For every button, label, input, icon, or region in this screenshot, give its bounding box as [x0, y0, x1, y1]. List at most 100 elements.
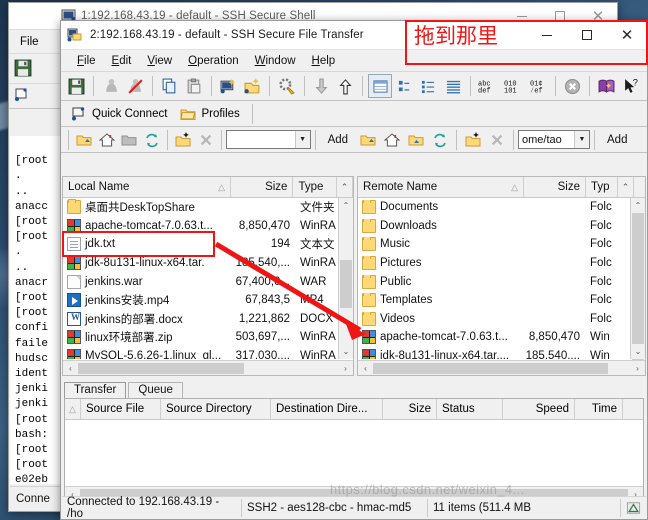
- tab-queue[interactable]: Queue: [128, 382, 183, 398]
- table-row[interactable]: jenkins.war 67,400,0... WAR: [63, 272, 353, 291]
- table-row[interactable]: linux环境部署.zip 503,697,... WinRA: [63, 328, 353, 347]
- transfer-col-status[interactable]: Status: [437, 399, 503, 419]
- scroll-up-icon[interactable]: ⌃: [339, 198, 353, 213]
- scroll-down-icon[interactable]: ⌄: [339, 344, 353, 359]
- table-row[interactable]: jdk-8u131-linux-x64.tar. 185,540,... WinRA: [63, 254, 353, 273]
- paste-icon[interactable]: [182, 74, 205, 98]
- transfer-close-button[interactable]: ✕: [607, 21, 647, 49]
- local-col-type[interactable]: Type: [293, 177, 338, 197]
- local-refresh-icon[interactable]: [140, 128, 163, 152]
- local-delete-icon[interactable]: [194, 128, 217, 152]
- auto-transfer-icon[interactable]: 01¢ ⁄ef: [529, 74, 550, 98]
- shell-save-icon[interactable]: [14, 59, 36, 79]
- transfer-col-size[interactable]: Size: [383, 399, 437, 419]
- upload-arrow-icon[interactable]: [334, 74, 357, 98]
- details-icon[interactable]: [442, 74, 465, 98]
- chevron-down-icon[interactable]: ▼: [294, 131, 310, 148]
- menu-operation[interactable]: Operation: [180, 54, 247, 68]
- remote-file-pane[interactable]: Remote Name △ Size Typ ⌃ Documents Folc D…: [357, 176, 646, 376]
- remote-vertical-scrollbar[interactable]: ⌃ ⌄: [630, 198, 645, 363]
- table-row[interactable]: Templates Folc: [358, 291, 645, 310]
- menu-file[interactable]: File: [69, 54, 104, 68]
- remote-col-size[interactable]: Size: [524, 177, 586, 197]
- table-row[interactable]: Videos Folc: [358, 310, 645, 329]
- disconnect-slash-icon[interactable]: [124, 74, 147, 98]
- local-hscroll-thumb[interactable]: [78, 362, 244, 374]
- chevron-down-icon[interactable]: ▼: [574, 131, 589, 148]
- transfer-minimize-button[interactable]: [527, 21, 567, 49]
- table-row[interactable]: jenkins的部署.docx 1,221,862 DOCX: [63, 310, 353, 329]
- local-new-folder-icon[interactable]: [172, 128, 195, 152]
- transfer-col-source-dir[interactable]: Source Directory: [161, 399, 271, 419]
- ascii-transfer-icon[interactable]: abc def: [476, 74, 501, 98]
- local-folder-disabled-icon[interactable]: [118, 128, 141, 152]
- scroll-left-icon[interactable]: ‹: [358, 364, 373, 373]
- remote-home-icon[interactable]: [380, 128, 404, 152]
- transfer-toolbar[interactable]: abc def 010 101 01¢ ⁄ef ?: [61, 71, 647, 101]
- remote-new-folder-icon[interactable]: [461, 128, 485, 152]
- profiles-button[interactable]: Profiles: [176, 104, 248, 124]
- remote-col-name[interactable]: Remote Name △: [358, 177, 524, 197]
- download-arrow-icon[interactable]: [310, 74, 333, 98]
- menu-window[interactable]: Window: [247, 54, 304, 68]
- tab-transfer[interactable]: Transfer: [64, 382, 127, 398]
- transfer-tabstrip[interactable]: Transfer Queue: [64, 379, 644, 398]
- table-row[interactable]: Documents Folc: [358, 198, 645, 217]
- menu-edit[interactable]: Edit: [104, 54, 140, 68]
- scroll-left-icon[interactable]: ‹: [63, 364, 78, 373]
- local-col-name[interactable]: Local Name △: [63, 177, 232, 197]
- remote-scroll-thumb[interactable]: [632, 213, 644, 363]
- local-column-headers[interactable]: Local Name △ Size Type ⌃: [63, 177, 353, 198]
- remote-hscroll-thumb[interactable]: [373, 362, 608, 374]
- remote-horizontal-scrollbar[interactable]: ‹ ›: [358, 360, 645, 375]
- navigation-bar[interactable]: ▼ Add ome/tao ▼ Add: [61, 127, 647, 153]
- settings-icon[interactable]: [275, 74, 298, 98]
- transfer-titlebar[interactable]: 2:192.168.43.19 - default - SSH Secure F…: [61, 21, 647, 49]
- local-scroll-thumb[interactable]: [340, 260, 352, 308]
- local-navigation[interactable]: ▼ Add: [64, 128, 356, 152]
- ssh-secure-file-transfer-window[interactable]: 2:192.168.43.19 - default - SSH Secure F…: [60, 20, 648, 520]
- new-terminal-icon[interactable]: [217, 74, 240, 98]
- menu-view[interactable]: View: [139, 54, 180, 68]
- local-file-pane[interactable]: Local Name △ Size Type ⌃ 桌面共DeskTopShare…: [62, 176, 354, 376]
- remote-add-button[interactable]: Add: [599, 132, 635, 148]
- scroll-up-icon[interactable]: ⌃: [631, 198, 645, 213]
- table-row[interactable]: MySQL-5.6.26-1.linux_gl... 317,030,... Win…: [63, 347, 353, 359]
- table-row[interactable]: apache-tomcat-7.0.63.t... 8,850,470 WinRA: [63, 217, 353, 236]
- disconnect-icon[interactable]: [99, 74, 122, 98]
- transfer-col-source-file[interactable]: Source File: [81, 399, 161, 419]
- copy-icon[interactable]: [158, 74, 181, 98]
- remote-column-headers[interactable]: Remote Name △ Size Typ ⌃: [358, 177, 645, 198]
- table-row[interactable]: jdk-8u131-linux-x64.tar.... 185,540,... Wi…: [358, 347, 645, 359]
- shell-menu-file[interactable]: File: [13, 34, 46, 50]
- transfer-maximize-button[interactable]: [567, 21, 607, 49]
- scroll-right-icon[interactable]: ›: [630, 364, 645, 373]
- local-file-list[interactable]: 桌面共DeskTopShare 文件夹 apache-tomcat-7.0.63.…: [63, 198, 353, 359]
- table-row[interactable]: jdk.txt 194 文本文: [63, 235, 353, 254]
- menu-help[interactable]: Help: [304, 54, 344, 68]
- remote-up-one-level-icon[interactable]: [356, 128, 380, 152]
- binary-transfer-icon[interactable]: 010 101: [502, 74, 527, 98]
- remote-header-scroll-corner[interactable]: ⌃: [618, 177, 634, 197]
- transfer-col-time[interactable]: Time: [575, 399, 623, 419]
- help-book-icon[interactable]: [595, 74, 618, 98]
- small-icons-icon[interactable]: [393, 74, 416, 98]
- local-up-one-level-icon[interactable]: [73, 128, 96, 152]
- table-row[interactable]: 桌面共DeskTopShare 文件夹: [63, 198, 353, 217]
- table-row[interactable]: apache-tomcat-7.0.63.t... 8,850,470 Win: [358, 328, 645, 347]
- transfer-col-sort[interactable]: △: [65, 399, 81, 419]
- stop-icon[interactable]: [561, 74, 584, 98]
- remote-delete-icon[interactable]: [485, 128, 509, 152]
- remote-col-type[interactable]: Typ: [586, 177, 618, 197]
- quick-access-bar[interactable]: Quick Connect Profiles: [61, 101, 647, 127]
- table-row[interactable]: jenkins安装.mp4 67,843,5 MP4: [63, 291, 353, 310]
- remote-file-list[interactable]: Documents Folc Downloads Folc Music Folc Pi…: [358, 198, 645, 359]
- table-row[interactable]: Pictures Folc: [358, 254, 645, 273]
- local-home-icon[interactable]: [95, 128, 118, 152]
- table-row[interactable]: Music Folc: [358, 235, 645, 254]
- transfer-table-headers[interactable]: △ Source File Source Directory Destinati…: [65, 399, 643, 420]
- local-path-combo[interactable]: ▼: [225, 130, 311, 149]
- save-icon[interactable]: [65, 74, 88, 98]
- list-icon[interactable]: [417, 74, 440, 98]
- transfer-caption-buttons[interactable]: ✕: [527, 21, 647, 49]
